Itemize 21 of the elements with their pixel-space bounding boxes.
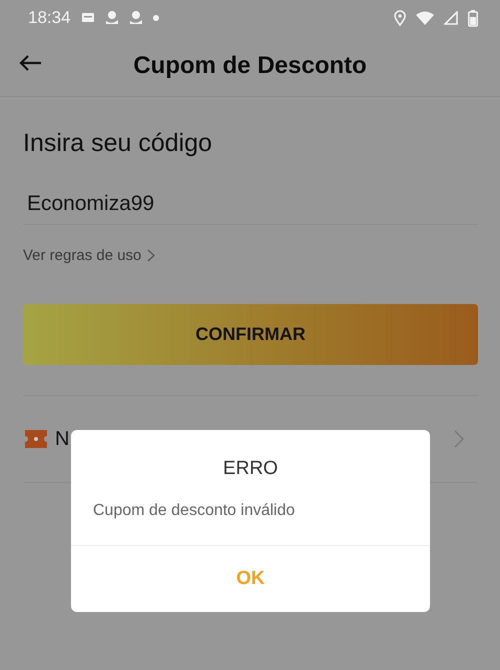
message-icon bbox=[80, 12, 95, 24]
status-time: 18:34 bbox=[28, 8, 71, 28]
dialog-title: ERRO bbox=[222, 458, 279, 480]
hand-icon bbox=[128, 10, 143, 26]
chevron-right-icon bbox=[147, 249, 156, 262]
page-title: Cupom de Desconto bbox=[133, 52, 367, 80]
signal-icon bbox=[444, 11, 458, 25]
row-label: N bbox=[55, 428, 70, 450]
location-icon bbox=[394, 10, 406, 26]
back-arrow-icon bbox=[18, 54, 42, 72]
section-heading: Insira seu código bbox=[23, 129, 214, 158]
wifi-icon bbox=[416, 11, 434, 25]
dot-icon bbox=[152, 15, 159, 21]
ticket-icon bbox=[25, 430, 47, 448]
battery-icon bbox=[468, 10, 478, 26]
confirm-button[interactable]: CONFIRMAR bbox=[23, 304, 478, 365]
hand-icon bbox=[104, 10, 119, 26]
rules-link[interactable]: Ver regras de uso bbox=[23, 247, 156, 264]
code-input-field[interactable]: Economiza99 bbox=[23, 188, 478, 225]
chevron-right-icon bbox=[454, 430, 464, 448]
dialog-message: Cupom de desconto inválido bbox=[93, 502, 296, 520]
